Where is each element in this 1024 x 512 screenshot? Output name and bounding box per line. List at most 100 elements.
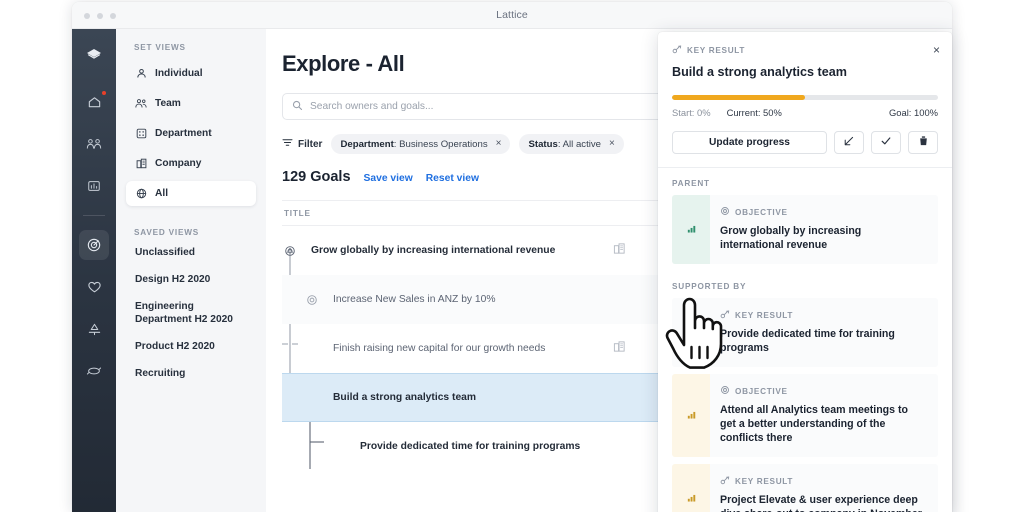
card-kind: KEY RESULT <box>720 475 926 487</box>
remove-chip-icon[interactable]: × <box>609 139 615 149</box>
objective-target-icon <box>306 294 318 306</box>
card-title: Grow globally by increasing internationa… <box>720 225 862 251</box>
parent-goal-card[interactable]: OBJECTIVE Grow globally by increasing in… <box>672 195 938 264</box>
key-result-detail-panel: KEY RESULT × Build a strong analytics te… <box>658 32 952 512</box>
filter-button[interactable]: Filter <box>282 138 322 150</box>
team-icon <box>135 98 147 110</box>
pencil-icon <box>843 134 855 152</box>
sidebar-item-team[interactable]: Team <box>126 91 256 116</box>
saved-view-recruiting[interactable]: Recruiting <box>126 367 256 380</box>
progress-start: Start: 0% <box>672 107 711 118</box>
remove-chip-icon[interactable]: × <box>496 139 502 149</box>
bar-chart-icon <box>686 490 697 508</box>
card-title: Attend all Analytics team meetings to ge… <box>720 404 908 444</box>
card-kind: OBJECTIVE <box>720 385 926 397</box>
card-kind-label: OBJECTIVE <box>735 386 788 396</box>
rail-item-people[interactable] <box>79 129 109 159</box>
window-titlebar: Lattice <box>72 2 952 29</box>
chip-key: Status <box>528 138 558 150</box>
sidebar-item-all[interactable]: All <box>126 181 256 206</box>
card-kind-label: KEY RESULT <box>735 476 794 486</box>
rail-item-engagement[interactable] <box>79 272 109 302</box>
screenshot-root: Lattice SET VIEWS Individual Team Depart… <box>0 0 1024 512</box>
update-progress-button[interactable]: Update progress <box>672 131 827 154</box>
saved-view-product-h2-2020[interactable]: Product H2 2020 <box>126 340 256 353</box>
card-title: Provide dedicated time for training prog… <box>720 328 895 354</box>
trash-icon <box>918 134 929 152</box>
filter-label: Filter <box>298 138 323 150</box>
progress-goal: Goal: 100% <box>889 107 938 118</box>
saved-views-label: SAVED VIEWS <box>134 228 200 237</box>
card-kind-label: OBJECTIVE <box>735 207 788 217</box>
card-kind: OBJECTIVE <box>720 206 926 218</box>
sidebar-item-department[interactable]: Department <box>126 121 256 146</box>
column-header-title: TITLE <box>284 208 311 218</box>
sidebar-item-label: Department <box>155 128 212 139</box>
saved-view-engineering-department-h2-2020[interactable]: Engineering Department H2 2020 <box>126 300 256 326</box>
rail-divider <box>83 215 105 216</box>
app-rail <box>72 29 116 512</box>
saved-view-unclassified[interactable]: Unclassified <box>126 246 256 259</box>
goal-title: Provide dedicated time for training prog… <box>360 441 581 452</box>
panel-header: KEY RESULT × Build a strong analytics te… <box>658 32 952 168</box>
department-icon <box>135 128 147 140</box>
card-accent <box>672 195 710 264</box>
sidebar-item-label: Team <box>155 98 181 109</box>
card-title: Project Elevate & user experience deep d… <box>720 494 922 512</box>
bar-chart-icon <box>686 221 697 239</box>
parent-section-label: PARENT <box>672 179 710 188</box>
goal-title: Finish raising new capital for our growt… <box>333 343 546 354</box>
minimize-window-dot[interactable] <box>97 13 103 19</box>
globe-icon <box>135 188 147 200</box>
check-icon <box>880 134 892 152</box>
rail-item-analytics[interactable] <box>79 171 109 201</box>
close-window-dot[interactable] <box>84 13 90 19</box>
reset-view-link[interactable]: Reset view <box>426 173 479 184</box>
key-result-icon <box>672 44 682 56</box>
progress-legend: Start: 0% Current: 50% Goal: 100% <box>672 107 938 118</box>
filter-icon <box>282 138 293 150</box>
rail-item-goals[interactable] <box>79 230 109 260</box>
sidebar-item-individual[interactable]: Individual <box>126 61 256 86</box>
supported-goal-card[interactable]: OBJECTIVE Attend all Analytics team meet… <box>672 374 938 457</box>
objective-target-icon <box>284 245 296 257</box>
goal-title: Increase New Sales in ANZ by 10% <box>333 294 496 305</box>
views-sidebar: SET VIEWS Individual Team Department Com… <box>116 29 266 512</box>
supported-goal-card[interactable]: KEY RESULT Project Elevate & user experi… <box>672 464 938 512</box>
company-icon <box>613 340 626 358</box>
delete-button[interactable] <box>908 131 938 154</box>
chip-value: All active <box>562 138 602 150</box>
maximize-window-dot[interactable] <box>110 13 116 19</box>
saved-view-design-h2-2020[interactable]: Design H2 2020 <box>126 273 256 286</box>
sidebar-item-label: Individual <box>155 68 203 79</box>
filter-chip-status[interactable]: Status: All active × <box>519 134 624 154</box>
card-accent <box>672 464 710 512</box>
panel-title: Build a strong analytics team <box>672 65 847 79</box>
rail-item-logo[interactable] <box>79 39 109 69</box>
supported-by-section-label: SUPPORTED BY <box>672 282 747 291</box>
progress-bar-fill <box>672 95 805 100</box>
person-icon <box>135 68 147 80</box>
rail-item-feedback[interactable] <box>79 356 109 386</box>
sidebar-item-company[interactable]: Company <box>126 151 256 176</box>
window-traffic-lights[interactable] <box>84 13 116 19</box>
card-kind: KEY RESULT <box>720 309 926 321</box>
rail-item-grow[interactable] <box>79 314 109 344</box>
panel-actions: Update progress <box>672 131 938 154</box>
rail-item-home[interactable] <box>79 87 109 117</box>
objective-target-icon <box>720 206 730 218</box>
filter-chip-department[interactable]: Department: Business Operations × <box>331 134 511 154</box>
window-title: Lattice <box>496 9 528 21</box>
sidebar-item-label: Company <box>155 158 202 169</box>
panel-kind-label: KEY RESULT <box>687 45 746 55</box>
edit-button[interactable] <box>834 131 864 154</box>
complete-button[interactable] <box>871 131 901 154</box>
pointing-hand-cursor <box>664 297 728 376</box>
close-icon[interactable]: × <box>933 44 940 56</box>
save-view-link[interactable]: Save view <box>364 173 413 184</box>
goal-title: Build a strong analytics team <box>333 392 477 403</box>
set-views-label: SET VIEWS <box>134 43 186 52</box>
progress-current: Current: 50% <box>726 107 782 118</box>
chip-key: Department <box>340 138 394 150</box>
card-kind-label: KEY RESULT <box>735 310 794 320</box>
